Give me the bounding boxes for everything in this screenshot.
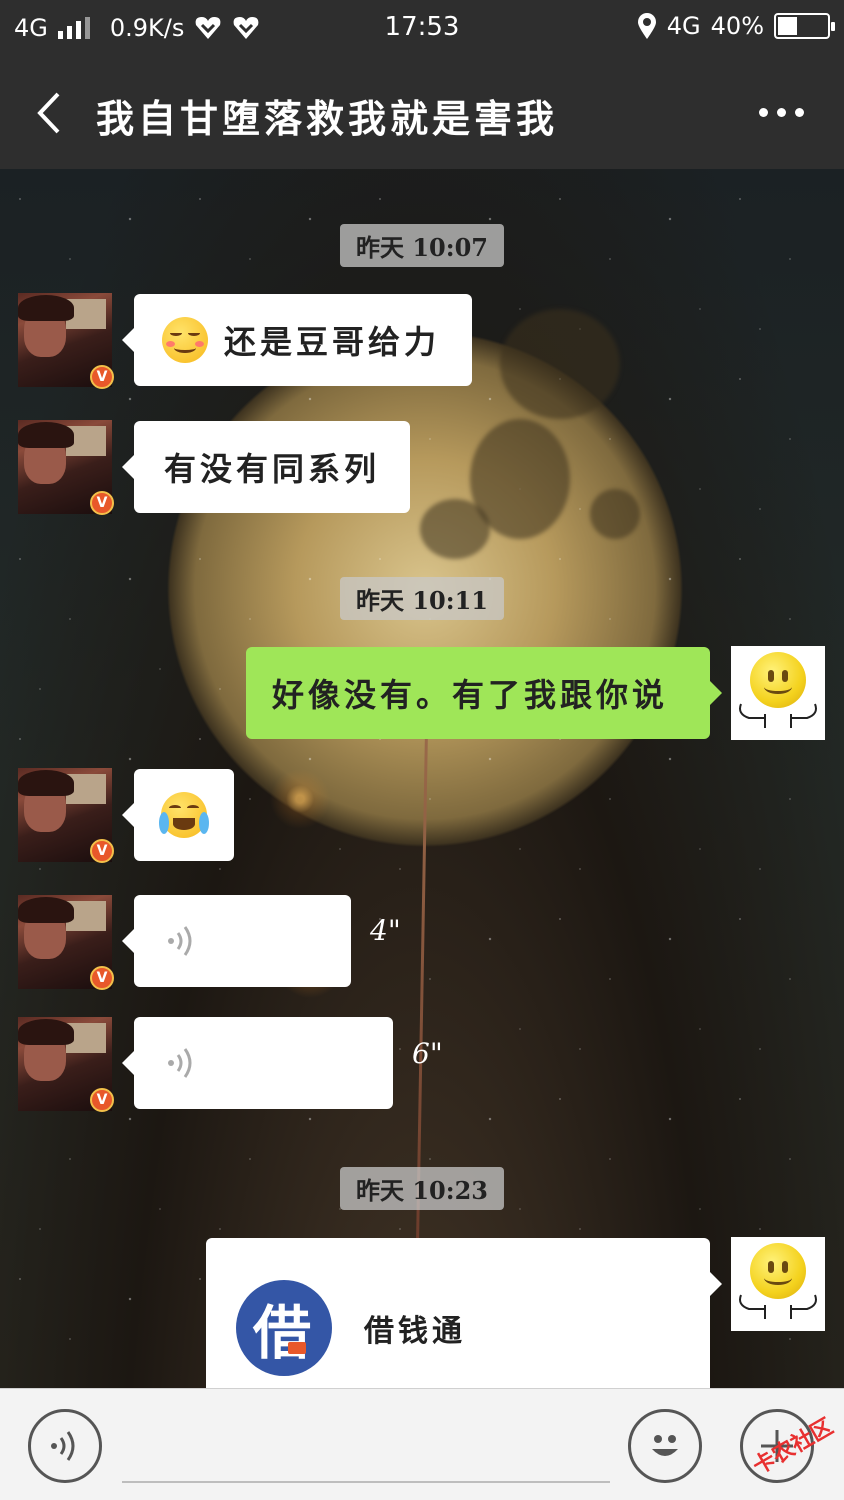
timestamp: 昨天 10:23 xyxy=(339,1167,505,1210)
timestamp: 昨天 10:11 xyxy=(339,577,505,620)
app-share-card[interactable]: 借 借钱通 xyxy=(206,1238,722,1388)
crying-laugh-emoji-icon xyxy=(159,792,209,838)
voice-input-button[interactable] xyxy=(28,1409,102,1483)
verified-badge: V xyxy=(90,1088,114,1112)
verified-badge: V xyxy=(90,365,114,389)
voice-duration: 4" xyxy=(370,914,401,947)
message-bubble[interactable] xyxy=(122,769,234,861)
self-avatar[interactable] xyxy=(731,646,825,740)
moon-crater xyxy=(500,309,620,419)
voice-icon xyxy=(51,1431,75,1461)
chat-area[interactable]: 昨天 10:07 V 还是豆哥给力 V 有没有同系列 昨天 10:11 好像没有… xyxy=(0,169,844,1388)
verified-badge: V xyxy=(90,839,114,863)
message-text: 有没有同系列 xyxy=(164,450,381,488)
voice-duration: 6" xyxy=(412,1037,443,1070)
self-avatar[interactable] xyxy=(731,1237,825,1331)
app-logo: 借 xyxy=(236,1280,332,1376)
back-arrow-icon[interactable] xyxy=(30,90,70,136)
message-input[interactable] xyxy=(122,1481,610,1483)
timestamp: 昨天 10:07 xyxy=(339,224,505,267)
chat-header: 我自甘堕落救我就是害我 xyxy=(0,58,844,169)
battery-percent: 40% xyxy=(710,12,764,40)
smiling-blush-emoji-icon xyxy=(162,317,208,363)
verified-badge: V xyxy=(90,491,114,515)
message-bubble-self[interactable]: 好像没有。有了我跟你说 xyxy=(246,647,722,739)
emoji-icon xyxy=(652,1435,678,1456)
moon-crater xyxy=(420,499,490,559)
moon-crater xyxy=(590,489,640,539)
voice-message[interactable] xyxy=(122,1017,393,1109)
chat-title: 我自甘堕落救我就是害我 xyxy=(96,96,559,141)
app-card-title: 借钱通 xyxy=(364,1314,466,1349)
emoji-button[interactable] xyxy=(628,1409,702,1483)
app-logo-text: 借 xyxy=(252,1299,315,1367)
voice-wave-icon xyxy=(168,926,192,956)
voice-message[interactable] xyxy=(122,895,351,987)
input-bar: 卡农社区 xyxy=(0,1388,844,1500)
voice-wave-icon xyxy=(168,1048,192,1078)
message-text: 还是豆哥给力 xyxy=(224,323,441,361)
message-bubble[interactable]: 有没有同系列 xyxy=(122,421,410,513)
location-icon xyxy=(637,13,656,39)
battery-icon xyxy=(774,13,835,39)
message-text: 好像没有。有了我跟你说 xyxy=(272,676,669,714)
verified-badge: V xyxy=(90,966,114,990)
more-options-icon[interactable] xyxy=(759,108,804,117)
network-type-right: 4G xyxy=(666,12,701,40)
message-bubble[interactable]: 还是豆哥给力 xyxy=(122,294,472,386)
status-bar: 4G 0.9K/s 17:53 4G 40% xyxy=(0,0,844,58)
